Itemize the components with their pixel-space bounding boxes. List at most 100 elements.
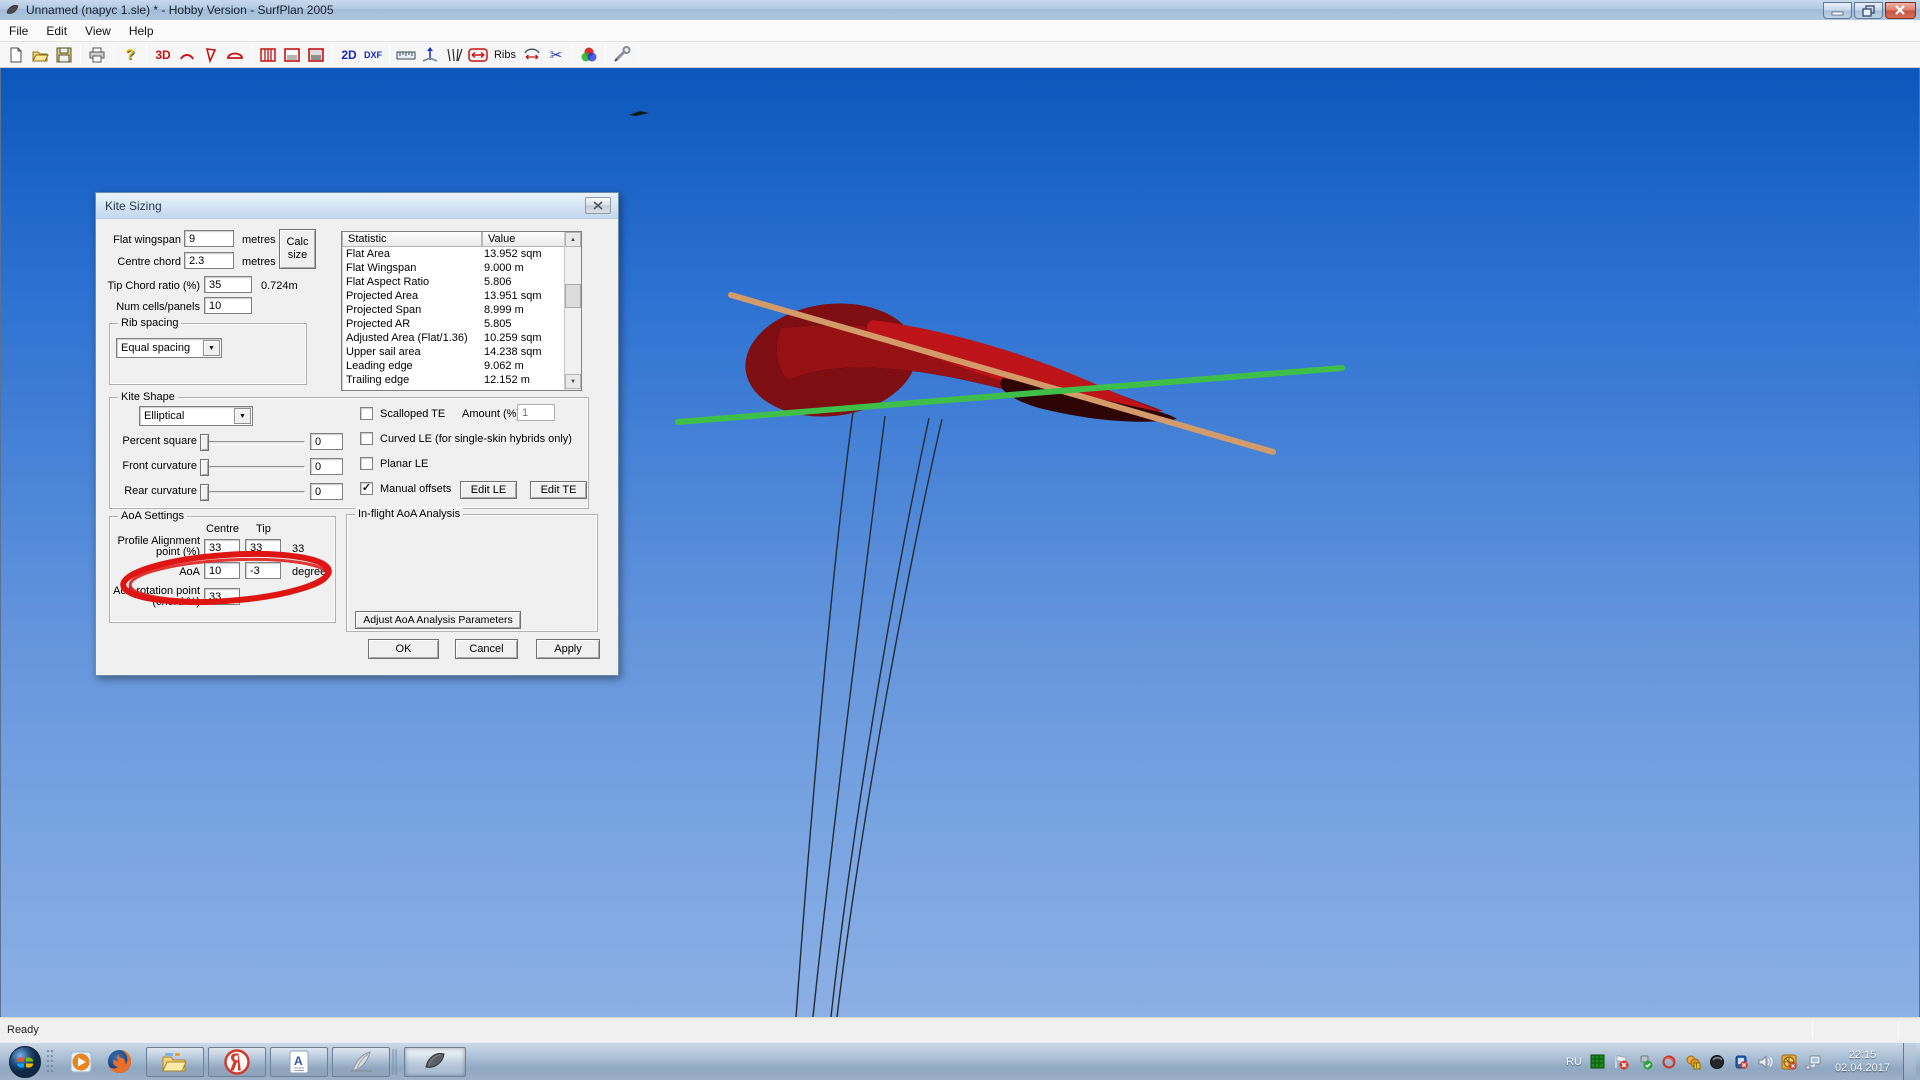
new-icon[interactable] <box>4 44 28 66</box>
restore-button[interactable] <box>1854 2 1883 19</box>
stats-row: Flat Area13.952 sqm <box>342 248 564 262</box>
rib-spacing-dropdown[interactable]: Equal spacing ▼ <box>116 338 222 358</box>
view-2d-icon[interactable]: 2D <box>337 44 361 66</box>
calc-size-button[interactable]: Calc size <box>279 229 316 269</box>
pennant-icon[interactable] <box>199 44 223 66</box>
percent-square-field[interactable]: 0 <box>310 433 343 450</box>
tray-actioncenter-icon[interactable] <box>1613 1053 1630 1070</box>
taskbar-explorer-button[interactable] <box>146 1047 204 1077</box>
arc-measure-icon[interactable] <box>520 44 544 66</box>
stats-col-value[interactable]: Value <box>482 232 566 247</box>
aoa-rotation-field[interactable]: 33 <box>204 588 240 605</box>
bridle-lines-icon[interactable] <box>442 44 466 66</box>
edit-te-button[interactable]: Edit TE <box>530 481 587 499</box>
rib-spacing-group: Rib spacing Equal spacing ▼ <box>109 323 307 385</box>
chevron-down-icon[interactable]: ▼ <box>203 340 220 356</box>
menu-file[interactable]: File <box>0 21 37 41</box>
cancel-button[interactable]: Cancel <box>455 639 518 659</box>
plot-icon[interactable] <box>418 44 442 66</box>
curved-le-checkbox[interactable] <box>360 432 373 445</box>
edit-le-button[interactable]: Edit LE <box>460 481 517 499</box>
menu-help[interactable]: Help <box>120 21 163 41</box>
scroll-thumb[interactable] <box>565 284 581 308</box>
stats-scrollbar[interactable]: ▲ ▼ <box>564 232 581 390</box>
ruler-icon[interactable] <box>394 44 418 66</box>
tray-device-icon[interactable] <box>1733 1053 1750 1070</box>
kite-shape-dropdown[interactable]: Elliptical ▼ <box>139 406 253 426</box>
statistics-list[interactable]: Statistic Value Flat Area13.952 sqm Flat… <box>341 231 582 391</box>
firefox-icon[interactable] <box>106 1049 132 1075</box>
media-player-icon[interactable] <box>68 1049 94 1075</box>
profile-centre-field[interactable]: 33 <box>204 539 240 556</box>
tray-network-error-icon[interactable] <box>1781 1053 1798 1070</box>
rear-curvature-slider[interactable] <box>200 491 305 495</box>
scissors-icon[interactable]: ✂ <box>544 44 568 66</box>
tip-chord-field[interactable]: 35 <box>204 276 252 293</box>
shaded-panel-icon[interactable] <box>304 44 328 66</box>
stats-col-statistic[interactable]: Statistic <box>342 232 482 247</box>
profile-tip-field[interactable]: 33 <box>245 539 281 556</box>
adjust-aoa-button[interactable]: Adjust AoA Analysis Parameters <box>355 611 521 629</box>
dialog-close-icon[interactable] <box>585 197 611 214</box>
width-arrow-icon[interactable] <box>466 44 490 66</box>
num-cells-label: Num cells/panels <box>104 301 200 313</box>
scalloped-te-checkbox[interactable] <box>360 407 373 420</box>
taskbar-surfplan-active-button[interactable] <box>404 1047 466 1077</box>
ok-button[interactable]: OK <box>368 639 439 659</box>
rear-curvature-field[interactable]: 0 <box>310 483 343 500</box>
flat-wingspan-field[interactable]: 9 <box>184 230 234 247</box>
tray-usb-icon[interactable] <box>1637 1053 1654 1070</box>
tray-grid-icon[interactable] <box>1589 1053 1606 1070</box>
dialog-titlebar[interactable]: Kite Sizing <box>96 193 618 219</box>
menu-edit[interactable]: Edit <box>37 21 76 41</box>
aoa-tip-field[interactable]: -3 <box>245 562 281 579</box>
centre-chord-field[interactable]: 2.3 <box>184 252 234 269</box>
percent-square-slider[interactable] <box>200 441 305 445</box>
scroll-down-icon[interactable]: ▼ <box>565 374 581 389</box>
aoa-centre-field[interactable]: 10 <box>204 562 240 579</box>
apply-button[interactable]: Apply <box>536 639 600 659</box>
language-indicator[interactable]: RU <box>1566 1056 1582 1068</box>
rib-grid-icon[interactable] <box>256 44 280 66</box>
scroll-up-icon[interactable]: ▲ <box>565 232 581 247</box>
open-icon[interactable] <box>28 44 52 66</box>
taskbar-texteditor-button[interactable]: A <box>270 1047 328 1077</box>
volume-icon[interactable] <box>1757 1053 1774 1070</box>
stats-row: Projected Area13.951 sqm <box>342 290 564 304</box>
colors-icon[interactable] <box>577 44 601 66</box>
taskbar-sailapp-button[interactable] <box>332 1047 390 1077</box>
tray-sphere-icon[interactable] <box>1709 1053 1726 1070</box>
arc-icon[interactable] <box>175 44 199 66</box>
tray-update-warning-icon[interactable]: ! <box>1685 1053 1702 1070</box>
help-icon[interactable]: ? <box>118 44 142 66</box>
manual-offsets-checkbox[interactable]: ✓ <box>360 482 373 495</box>
dxf-export-icon[interactable]: DXF <box>361 44 385 66</box>
taskbar-yandex-button[interactable] <box>208 1047 266 1077</box>
kite-shape-group: Kite Shape Elliptical ▼ Percent square 0… <box>109 397 589 509</box>
close-icon[interactable] <box>1885 2 1916 19</box>
print-icon[interactable] <box>85 44 109 66</box>
clock[interactable]: 22:15 02.04.2017 <box>1835 1049 1890 1075</box>
slider-thumb[interactable] <box>200 459 209 476</box>
view-3d-icon[interactable]: 3D <box>151 44 175 66</box>
app-titlebar: Unnamed (napyc 1.sle) * - Hobby Version … <box>0 0 1920 20</box>
tray-antivirus-icon[interactable] <box>1661 1053 1678 1070</box>
slider-thumb[interactable] <box>200 434 209 451</box>
num-cells-field[interactable]: 10 <box>204 297 252 314</box>
tools-icon[interactable] <box>610 44 634 66</box>
minimize-button[interactable] <box>1823 2 1852 19</box>
panel-icon[interactable] <box>280 44 304 66</box>
slider-thumb[interactable] <box>200 484 209 501</box>
save-icon[interactable] <box>52 44 76 66</box>
front-curvature-field[interactable]: 0 <box>310 458 343 475</box>
ribs-icon[interactable]: Ribs <box>490 44 520 66</box>
planar-le-checkbox[interactable] <box>360 457 373 470</box>
amount-field[interactable]: 1 <box>517 404 555 421</box>
menu-view[interactable]: View <box>76 21 120 41</box>
front-curvature-slider[interactable] <box>200 466 305 470</box>
start-button[interactable] <box>6 1043 44 1080</box>
show-desktop-button[interactable] <box>1903 1043 1916 1080</box>
chevron-down-icon[interactable]: ▼ <box>234 408 251 424</box>
half-ellipse-icon[interactable] <box>223 44 247 66</box>
network-icon[interactable] <box>1805 1053 1822 1070</box>
